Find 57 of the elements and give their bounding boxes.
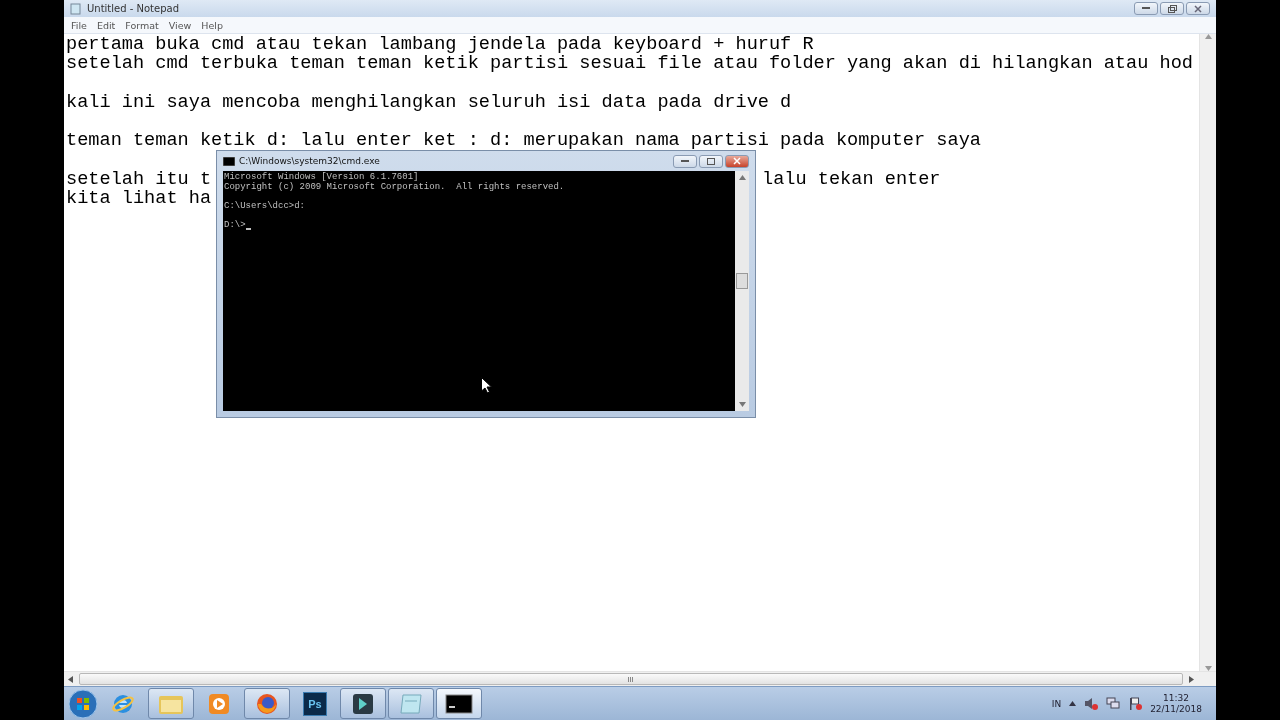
editor-icon xyxy=(352,692,374,715)
text-line: pertama buka cmd atau tekan lambang jendela pada keyboard + huruf R xyxy=(66,35,814,55)
text-line: setelah itu t xyxy=(66,170,212,190)
notepad-icon xyxy=(399,692,423,715)
scrollbar-thumb[interactable] xyxy=(79,673,1183,685)
close-button[interactable] xyxy=(725,154,749,168)
menu-item[interactable]: Edit xyxy=(91,19,121,31)
scroll-up-icon[interactable] xyxy=(738,175,746,180)
text-line: teman teman ketik d: lalu enter ket : d: merupakan nama partisi pada komputer saya xyxy=(66,131,981,151)
scrollbar-thumb[interactable] xyxy=(736,273,748,289)
console-line: Copyright (c) 2009 Microsoft Corporation. All rights reserved. xyxy=(224,182,565,193)
console-icon xyxy=(445,693,473,714)
restore-icon xyxy=(1167,4,1177,13)
restore-button[interactable] xyxy=(1160,2,1184,15)
maximize-icon xyxy=(707,157,715,165)
play-icon xyxy=(208,692,230,715)
menu-item[interactable]: Format xyxy=(120,19,164,31)
clock-time: 11:32 xyxy=(1163,692,1190,704)
cursor-caret xyxy=(245,227,251,230)
console-title: C:\Windows\system32\cmd.exe xyxy=(239,156,381,166)
taskbar-button[interactable] xyxy=(340,688,386,719)
text-line: lalu tekan enter xyxy=(762,170,941,190)
notepad-icon xyxy=(70,2,81,15)
start-orb-icon[interactable] xyxy=(68,688,98,719)
photoshop-icon: Ps xyxy=(303,691,327,716)
menu-item[interactable]: File xyxy=(66,19,92,31)
console-line: D:\> xyxy=(224,220,246,231)
taskbar-button[interactable]: Ps xyxy=(292,688,338,719)
clock-date: 22/11/2018 xyxy=(1150,703,1202,715)
scroll-left-icon[interactable] xyxy=(68,675,73,683)
console-line: C:\Users\dcc>d: xyxy=(224,201,305,212)
text-line: setelah cmd terbuka teman teman ketik partisi sesuai file atau folder yang akan di hilangkan atau hod xyxy=(66,54,1193,74)
close-button[interactable] xyxy=(1186,2,1210,15)
console-line: Microsoft Windows [Version 6.1.7601] xyxy=(224,173,419,182)
menu-item[interactable]: Help xyxy=(196,19,228,31)
window-title: Untitled - Notepad xyxy=(87,3,181,14)
minimize-icon xyxy=(1142,7,1150,10)
flag-icon[interactable] xyxy=(1128,697,1143,710)
minimize-button[interactable] xyxy=(1134,2,1158,15)
close-icon xyxy=(1194,4,1202,13)
menu-item[interactable]: View xyxy=(163,19,197,31)
minimize-button[interactable] xyxy=(673,154,697,168)
maximize-button[interactable] xyxy=(699,154,723,168)
show-hidden-icon[interactable] xyxy=(1069,701,1077,706)
speaker-muted-icon[interactable] xyxy=(1084,697,1099,710)
network-icon[interactable] xyxy=(1106,697,1121,710)
fox-globe-icon xyxy=(255,691,279,716)
text-line: kali ini saya mencoba menghilangkan seluruh isi data pada drive d xyxy=(66,92,792,113)
scroll-down-icon[interactable] xyxy=(738,402,746,407)
minimize-icon xyxy=(681,159,689,163)
taskbar-button[interactable] xyxy=(436,688,482,719)
mouse-pointer-icon xyxy=(481,377,492,394)
close-icon xyxy=(733,157,741,165)
text-line: kita lihat ha xyxy=(66,189,212,209)
console-icon xyxy=(223,156,235,166)
scroll-right-icon[interactable] xyxy=(1189,675,1194,683)
language-indicator[interactable]: IN xyxy=(1051,698,1062,709)
